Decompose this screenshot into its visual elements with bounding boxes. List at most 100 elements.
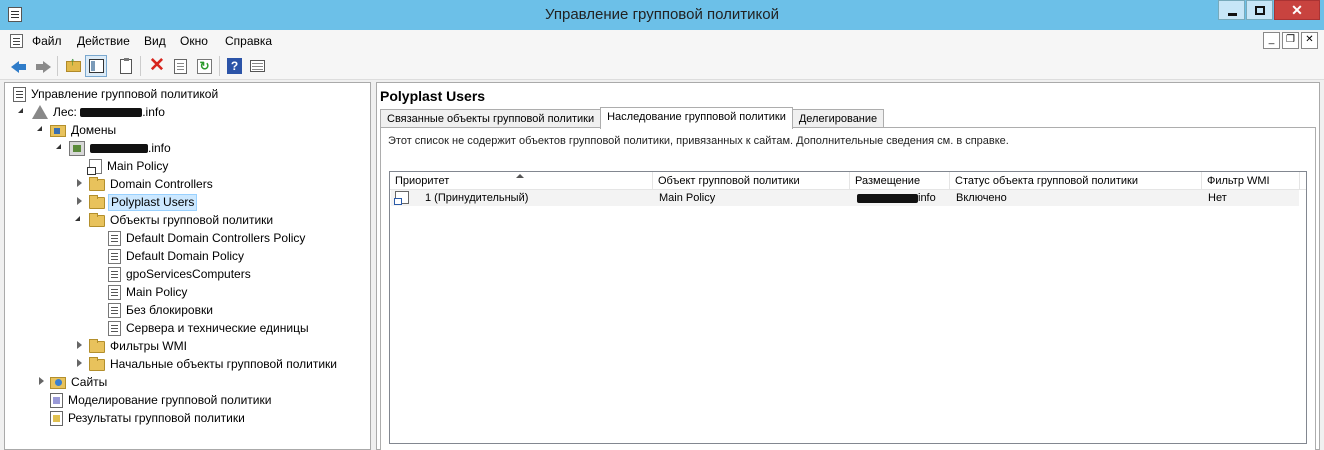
view-button[interactable]: [246, 55, 268, 77]
tree-item-label: Управление групповой политикой: [31, 86, 219, 101]
minimize-button[interactable]: [1218, 0, 1245, 20]
tree-item-forest[interactable]: Лес: .info: [32, 103, 167, 121]
expand-toggle[interactable]: [56, 144, 61, 149]
tree-item-label: Результаты групповой политики: [68, 410, 245, 425]
cell-status: Включено: [956, 192, 1007, 204]
collapse-toggle[interactable]: [77, 341, 82, 349]
folder-up-icon: [66, 56, 81, 72]
tree-item-domain-controllers[interactable]: Domain Controllers: [89, 175, 215, 193]
gpo-link-icon: [394, 191, 409, 205]
clipboard-button[interactable]: [115, 55, 137, 77]
back-button[interactable]: [8, 55, 30, 77]
delete-icon: ✕: [149, 55, 165, 76]
table-row[interactable]: 1 (Принудительный) Main Policy info Вклю…: [391, 190, 1299, 206]
menu-file[interactable]: Файл: [32, 34, 62, 48]
menu-help[interactable]: Справка: [225, 34, 272, 48]
up-level-button[interactable]: [62, 55, 84, 77]
tree-item-label: Domain Controllers: [110, 176, 213, 191]
maximize-button[interactable]: [1246, 0, 1273, 20]
page-title: Polyplast Users: [380, 88, 486, 104]
modeling-icon: [50, 392, 63, 408]
show-hide-tree-button[interactable]: [85, 55, 107, 77]
tree-item-main-policy-link[interactable]: Main Policy: [87, 157, 170, 175]
forest-icon: [32, 105, 48, 119]
gpo-icon: [108, 302, 121, 318]
tree-item-gpo[interactable]: Default Domain Policy: [108, 247, 246, 265]
redaction-mark: [857, 193, 918, 203]
cell-location: info: [857, 190, 936, 206]
tree-item-results[interactable]: Результаты групповой политики: [50, 409, 247, 427]
column-header-gpo[interactable]: Объект групповой политики: [653, 172, 850, 190]
forward-arrow-icon: [36, 61, 51, 73]
collapse-toggle[interactable]: [77, 197, 82, 205]
collapse-toggle[interactable]: [77, 179, 82, 187]
tab-content: Этот список не содержит объектов группов…: [380, 127, 1316, 450]
tree-item-modeling[interactable]: Моделирование групповой политики: [50, 391, 273, 409]
tree-item-wmi-filters[interactable]: Фильтры WMI: [89, 337, 189, 355]
cell-wmi-filter: Нет: [1208, 192, 1227, 204]
refresh-button[interactable]: ↻: [193, 55, 215, 77]
tree-item-gpo[interactable]: Default Domain Controllers Policy: [108, 229, 307, 247]
tree-item-gpo[interactable]: Main Policy: [108, 283, 189, 301]
gpo-icon: [108, 230, 121, 246]
tree-item-label: .info: [88, 141, 173, 156]
gpo-icon: [108, 320, 121, 336]
column-header-wmi-filter[interactable]: Фильтр WMI: [1202, 172, 1300, 190]
tree-item-gpo[interactable]: Сервера и технические единицы: [108, 319, 311, 337]
domain-icon: [69, 140, 85, 156]
maximize-icon: [1255, 6, 1265, 15]
tree-item-gpo-folder[interactable]: Объекты групповой политики: [89, 211, 275, 229]
collapse-toggle[interactable]: [39, 377, 44, 385]
mdi-minimize-button[interactable]: _: [1263, 32, 1280, 49]
tree-item-gpo[interactable]: gpoServicesComputers: [108, 265, 253, 283]
menu-view[interactable]: Вид: [144, 34, 166, 48]
expand-toggle[interactable]: [37, 126, 42, 131]
details-pane: Polyplast Users Связанные объекты группо…: [376, 82, 1320, 450]
wmi-folder-icon: [89, 339, 105, 353]
tree-item-label: Default Domain Policy: [126, 248, 245, 263]
gpo-icon: [108, 266, 121, 282]
toolbar-separator: [140, 56, 141, 76]
tree-item-domains[interactable]: Домены: [50, 121, 118, 139]
menu-action[interactable]: Действие: [77, 34, 130, 48]
results-icon: [50, 410, 63, 426]
document-icon[interactable]: [10, 34, 23, 48]
collapse-toggle[interactable]: [77, 359, 82, 367]
delete-button[interactable]: ✕: [146, 55, 168, 77]
tree-item-label: Фильтры WMI: [110, 338, 187, 353]
tree-item-domain[interactable]: .info: [69, 139, 173, 157]
column-header-location[interactable]: Размещение: [850, 172, 950, 190]
menu-window[interactable]: Окно: [180, 34, 208, 48]
close-button[interactable]: ✕: [1274, 0, 1320, 20]
tree-item-label: Моделирование групповой политики: [68, 392, 272, 407]
tree-item-sites[interactable]: Сайты: [50, 373, 109, 391]
forward-button[interactable]: [31, 55, 53, 77]
tree-item-label: Сервера и технические единицы: [126, 320, 309, 335]
tree-item-gpo[interactable]: Без блокировки: [108, 301, 215, 319]
toolbar-separator: [219, 56, 220, 76]
inheritance-list[interactable]: Приоритет Объект групповой политики Разм…: [389, 171, 1307, 444]
expand-toggle[interactable]: [75, 216, 80, 221]
gpo-link-icon: [87, 158, 102, 175]
column-header-status[interactable]: Статус объекта групповой политики: [950, 172, 1202, 190]
mdi-restore-button[interactable]: ❐: [1282, 32, 1299, 49]
expand-toggle[interactable]: [18, 108, 23, 113]
tree-item-label: Лес: .info: [53, 104, 165, 119]
tree-item-label: Polyplast Users: [108, 193, 198, 211]
properties-button[interactable]: [169, 55, 191, 77]
tab-gp-inheritance[interactable]: Наследование групповой политики: [600, 107, 793, 129]
tree-item-polyplast-users[interactable]: Polyplast Users: [89, 193, 198, 211]
tab-delegation[interactable]: Делегирование: [791, 109, 885, 129]
help-button[interactable]: ?: [223, 55, 245, 77]
column-header-priority[interactable]: Приоритет: [390, 172, 653, 190]
gpm-root-icon: [13, 86, 26, 102]
tree-item-starter-gpos[interactable]: Начальные объекты групповой политики: [89, 355, 339, 373]
mdi-close-button[interactable]: ✕: [1301, 32, 1318, 49]
tab-linked-gpos[interactable]: Связанные объекты групповой политики: [380, 109, 602, 129]
sites-icon: [50, 377, 66, 389]
cell-priority: 1 (Принудительный): [425, 192, 529, 204]
tree-item-gpm-root[interactable]: Управление групповой политикой: [13, 85, 220, 103]
help-icon: ?: [227, 58, 242, 74]
redaction-mark: [90, 143, 148, 153]
tree-item-label: gpoServicesComputers: [126, 266, 251, 281]
